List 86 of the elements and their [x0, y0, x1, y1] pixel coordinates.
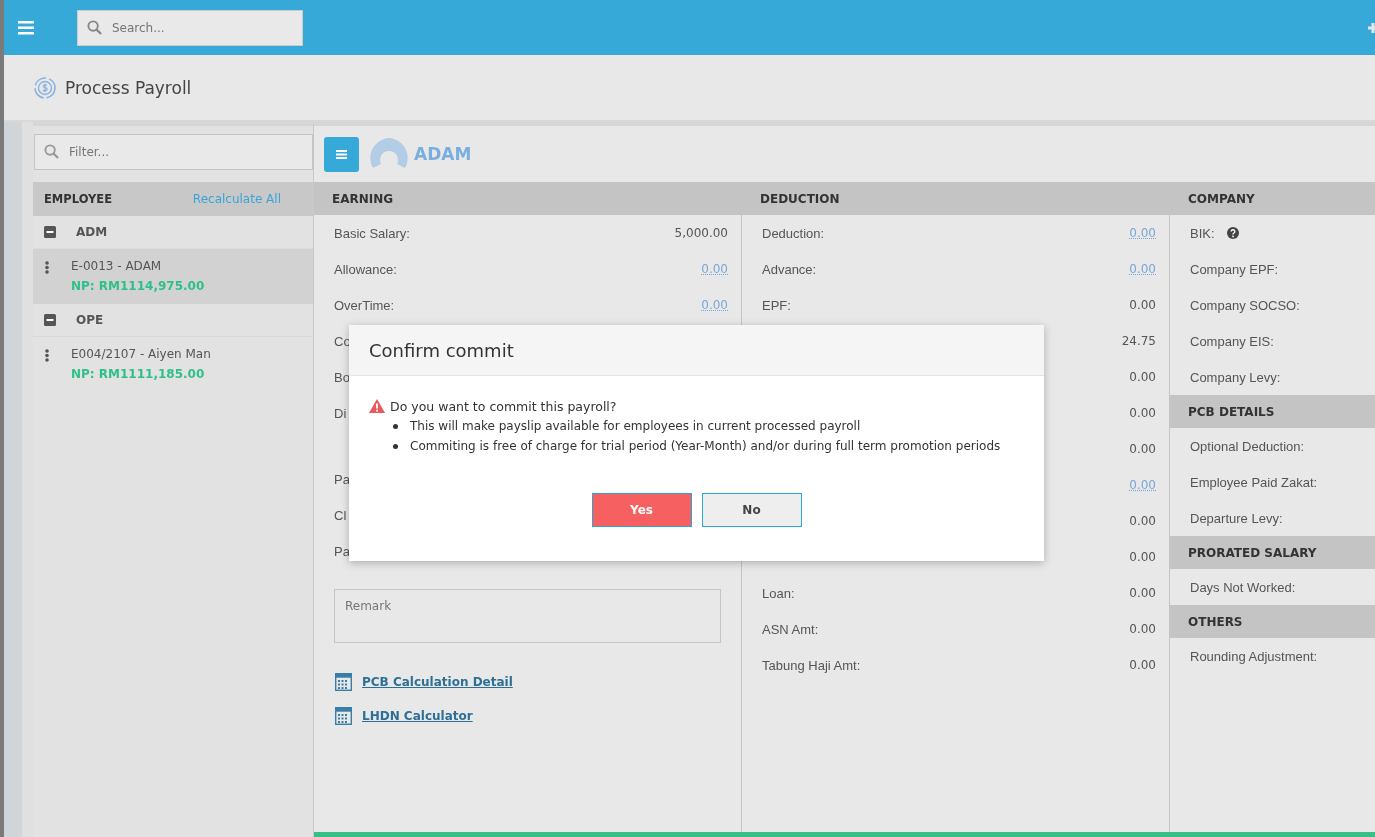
field-label: Loan: [762, 585, 795, 601]
field-label: Company EIS: [1190, 333, 1274, 349]
employee-name: E004/2107 - Aiyen Man [71, 347, 211, 361]
section-header: EARNING [314, 182, 741, 215]
column-header: EMPLOYEE [44, 192, 113, 206]
amount: 0.00 [1129, 514, 1156, 528]
field-label: Rounding Adjustment: [1190, 648, 1318, 664]
amount: 0.00 [1129, 442, 1156, 456]
more-icon[interactable] [45, 349, 49, 362]
net-pay: NP: RM1114,975.00 [71, 279, 205, 293]
employee-item[interactable]: E004/2107 - Aiyen Man NP: RM1111,185.00 [33, 337, 313, 392]
dialog-text: This will make payslip available for employees in current processed payroll [410, 419, 861, 433]
field-label: Optional Deduction: [1190, 438, 1305, 454]
calculator-icon [335, 673, 352, 691]
dialog-text: Commiting is free of charge for trial period (Year-Month) and/or during full term promotion periods [410, 439, 1001, 453]
amount: 0.00 [1129, 298, 1156, 312]
group-label: ADM [76, 225, 108, 239]
amount: 5,000.00 [674, 226, 728, 240]
search-field[interactable]: Search... [77, 9, 303, 46]
section-header: PRORATED SALARY [1170, 536, 1375, 569]
search-icon [44, 144, 59, 159]
field-label: OverTime: [334, 297, 395, 313]
field-label: Company SOCSO: [1190, 297, 1300, 313]
amount: 0.00 [1129, 550, 1156, 564]
amount: 0.00 [1129, 622, 1156, 636]
employee-name: E-0013 - ADAM [71, 259, 163, 273]
warning-icon [369, 399, 385, 413]
menu-icon [336, 149, 347, 159]
help-icon[interactable] [1226, 227, 1239, 239]
amount-link[interactable]: 0.00 [701, 262, 728, 276]
field-label: ASN Amt: [762, 621, 819, 637]
bullet-icon [393, 423, 398, 429]
amount-link[interactable]: 0.00 [1129, 262, 1156, 276]
field-label: Allowance: [334, 261, 397, 277]
field-label: Company EPF: [1190, 261, 1279, 277]
menu-button[interactable] [324, 136, 359, 172]
menu-icon[interactable] [18, 20, 34, 35]
section-header: PCB DETAILS [1170, 395, 1375, 428]
filter-field[interactable]: Filter... [34, 134, 313, 170]
employee-name: ADAM [414, 144, 472, 164]
page-title: Process Payroll [65, 77, 192, 98]
amount: 0.00 [1129, 406, 1156, 420]
remark-field[interactable]: Remark [335, 590, 720, 642]
field-label: Days Not Worked: [1190, 579, 1296, 595]
section-header: DEDUCTION [742, 182, 1169, 215]
confirm-button[interactable]: Yes [591, 493, 692, 527]
collapse-icon[interactable] [44, 226, 56, 238]
group-label: OPE [76, 313, 104, 327]
dialog-title: Confirm commit [369, 339, 514, 361]
section-header: COMPANY [1170, 182, 1375, 215]
amount-link[interactable]: 0.00 [1129, 478, 1156, 492]
calculator-icon [335, 707, 352, 725]
field-label: Deduction: [762, 225, 825, 241]
field-label: Tabung Haji Amt: [762, 657, 861, 673]
field-label: Employee Paid Zakat: [1190, 474, 1318, 490]
search-icon [87, 19, 102, 35]
field-label: Pa [334, 543, 350, 559]
field-label: BIK: [1190, 225, 1215, 241]
field-label: Di [334, 406, 347, 421]
field-label: Cl [334, 507, 347, 523]
avatar-icon [369, 138, 409, 170]
employee-item[interactable]: E-0013 - ADAM NP: RM1114,975.00 [33, 249, 313, 304]
amount: 0.00 [1129, 370, 1156, 384]
dialog-question: Do you want to commit this payroll? [390, 398, 617, 414]
cancel-button[interactable]: No [701, 493, 802, 527]
field-label: Bo [334, 369, 350, 385]
field-label: Pa [334, 471, 350, 487]
amount-link[interactable]: 0.00 [701, 298, 728, 312]
field-label: Advance: [762, 261, 817, 277]
bullet-icon [393, 443, 398, 449]
amount: 24.75 [1121, 334, 1156, 348]
dollar-cycle-icon [33, 75, 57, 100]
field-label: Company Levy: [1190, 369, 1281, 385]
field-label: EPF: [762, 297, 791, 313]
collapse-icon[interactable] [44, 314, 56, 326]
field-label: Departure Levy: [1190, 510, 1283, 526]
amount: 0.00 [1129, 658, 1156, 672]
recalculate-link[interactable]: Recalculate All [192, 192, 281, 206]
net-pay: NP: RM1111,185.00 [71, 367, 206, 381]
amount: 0.00 [1129, 586, 1156, 600]
calculator-link[interactable]: LHDN Calculator [362, 709, 473, 723]
calculator-link[interactable]: PCB Calculation Detail [362, 675, 513, 689]
amount-link[interactable]: 0.00 [1129, 226, 1156, 240]
field-label: Basic Salary: [334, 225, 410, 241]
more-icon[interactable] [45, 261, 49, 274]
section-header: OTHERS [1170, 605, 1375, 638]
